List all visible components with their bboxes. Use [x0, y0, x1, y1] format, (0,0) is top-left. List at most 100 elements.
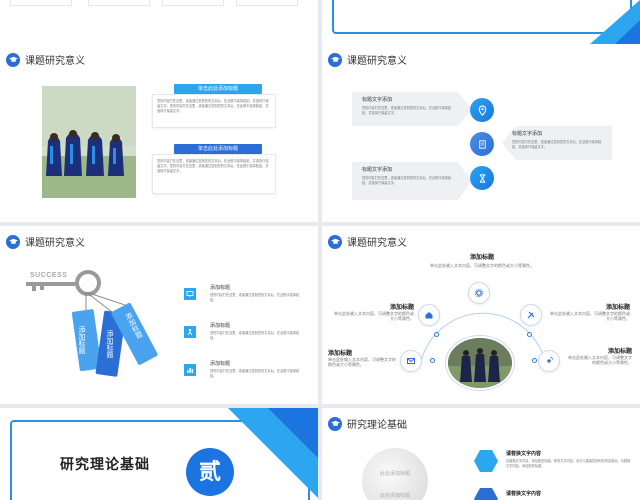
slide-header: 课题研究意义: [328, 52, 407, 67]
item-1-title: 标题文字添加: [362, 97, 393, 103]
title-label-1: 单击此处添加标题: [174, 84, 262, 94]
arc-dot: [532, 358, 537, 363]
item-2-title: 请替换文字内容: [506, 491, 542, 497]
card: [88, 0, 150, 6]
slide-title: 课题研究意义: [25, 56, 85, 67]
label-a: 此处添加标题: [380, 471, 411, 477]
corner-decoration: [590, 0, 640, 44]
graduation-cap-icon: [328, 52, 342, 67]
slide-5[interactable]: 研究理论基础 贰: [0, 408, 318, 500]
corner-decoration: [228, 408, 318, 498]
graduates-circle-photo: [446, 336, 514, 390]
slide-title: 研究理论基础: [347, 420, 407, 431]
item-1: 请替换文字内容 请替换文字内容，添加相关标题，修改文字内容，也可以直接复制你的内…: [506, 450, 632, 469]
right-item-2-title: 添加标题: [607, 349, 632, 355]
left-item-1-body: 单击此处输入文本内容，可调整文字的颜色或大小等属性。: [334, 311, 414, 321]
bar-chart-icon: [184, 364, 196, 376]
row-2-body: 您的内容打在这里，或者通过复制您的文本后，在此框中选择粘贴。: [210, 331, 300, 340]
graduation-cap-icon: [328, 416, 342, 431]
slide-title: 课题研究意义: [25, 238, 85, 249]
item-3: 标题文字添加 您的内容打在这里，或者通过复制您的文本后，在此框中选择粘贴，并选择…: [362, 166, 452, 186]
slide-3[interactable]: 课题研究意义 SUCCESS 添加标题 添加标题 添加标题 添加标题 您的内容打…: [0, 226, 318, 404]
graduation-cap-icon: [6, 52, 20, 67]
item-2: 标题文字添加 您的内容打在这里，或者通过复制您的文本后，在此框中选择粘贴，并选择…: [512, 130, 602, 150]
mail-icon: [400, 350, 422, 372]
person-icon: [184, 326, 196, 338]
hexagon-icon-2: [474, 488, 498, 500]
row-2-title: 添加标题: [210, 323, 231, 329]
item-1-title: 请替换文字内容: [506, 451, 542, 457]
slide-thumbnail-top-left[interactable]: [0, 0, 318, 44]
arc-dot: [430, 358, 435, 363]
label-b: 此处添加标题: [380, 493, 411, 499]
slide-header: 研究理论基础: [328, 416, 407, 431]
item-1: 标题文字添加 您的内容打在这里，或者通过复制您的文本后，在此框中选择粘贴，并选择…: [362, 96, 452, 116]
tag-1: 添加标题: [78, 326, 85, 354]
slide-sorter: 课题研究意义 单击此处添加标题 您的内容打在这里，或者通过复制您的文本后，在此框…: [0, 0, 640, 500]
row-3-title: 添加标题: [210, 361, 231, 367]
right-item-2-body: 单击此处输入文本内容，可调整文字的颜色或大小等属性。: [568, 355, 632, 365]
text-card-1: 您的内容打在这里，或者通过复制您的文本后，在此框中选择粘贴，并选择只保留文字。您…: [152, 94, 276, 128]
card: [236, 0, 298, 6]
home-icon: [418, 304, 440, 326]
item-1-body: 请替换文字内容，添加相关标题，修改文字内容，也可以直接复制你的内容到此。请替换文…: [506, 459, 631, 468]
gear-icon: [468, 282, 490, 304]
slide-header: 课题研究意义: [6, 234, 85, 249]
tools-icon: [520, 304, 542, 326]
card-body-2: 您的内容打在这里，或者通过复制您的文本后，在此框中选择粘贴，并选择只保留文字。您…: [157, 159, 269, 173]
graduation-cap-icon: [6, 234, 20, 249]
row-2: 添加标题 您的内容打在这里，或者通过复制您的文本后，在此框中选择粘贴。: [210, 322, 300, 341]
item-2: 请替换文字内容: [506, 490, 632, 497]
row-3-body: 您的内容打在这里，或者通过复制您的文本后，在此框中选择粘贴。: [210, 369, 300, 378]
satellite-icon: [538, 350, 560, 372]
card: [162, 0, 224, 6]
left-item-2: 添加标题 单击此处输入文本内容，可调整文字的颜色或大小等属性。: [328, 348, 398, 367]
location-pin-icon: [470, 98, 494, 122]
right-item-1-body: 单击此处输入文本内容，可调整文字的颜色或大小等属性。: [550, 311, 630, 321]
graduation-cap-icon: [328, 234, 342, 249]
arc-dot: [434, 332, 439, 337]
section-title: 研究理论基础: [60, 456, 150, 472]
slide-title: 课题研究意义: [347, 56, 407, 67]
slide-1[interactable]: 课题研究意义 单击此处添加标题 您的内容打在这里，或者通过复制您的文本后，在此框…: [0, 44, 318, 222]
hourglass-icon: [470, 166, 494, 190]
slide-2[interactable]: 课题研究意义 标题文字添加 您的内容打在这里，或者通过复制您的文本后，在此框中选…: [322, 44, 640, 222]
item-2-body: 您的内容打在这里，或者通过复制您的文本后，在此框中选择粘贴，并选择只保留文字。: [512, 140, 602, 149]
arc-dot: [527, 332, 532, 337]
top-item-body: 单击此处输入文本内容，可调整文字的颜色或大小等属性。: [430, 263, 534, 268]
row-1: 添加标题 您的内容打在这里，或者通过复制您的文本后，在此框中选择粘贴。: [210, 284, 300, 303]
slide-header: 课题研究意义: [6, 52, 85, 67]
item-1-body: 您的内容打在这里，或者通过复制您的文本后，在此框中选择粘贴，并选择只保留文字。: [362, 106, 452, 115]
slide-thumbnail-top-right[interactable]: [322, 0, 640, 44]
right-item-2: 添加标题 单击此处输入文本内容，可调整文字的颜色或大小等属性。: [566, 346, 632, 365]
left-item-2-body: 单击此处输入文本内容，可调整文字的颜色或大小等属性。: [328, 357, 396, 367]
left-item-1: 添加标题 单击此处输入文本内容，可调整文字的颜色或大小等属性。: [334, 302, 414, 321]
text-card-2: 您的内容打在这里，或者通过复制您的文本后，在此框中选择粘贴，并选择只保留文字。您…: [152, 154, 276, 194]
title-label-2: 单击此处添加标题: [174, 144, 262, 154]
section-number: 贰: [186, 448, 234, 496]
item-3-body: 您的内容打在这里，或者通过复制您的文本后，在此框中选择粘贴，并选择只保留文字。: [362, 176, 452, 185]
row-1-title: 添加标题: [210, 285, 231, 291]
slide-title: 课题研究意义: [347, 238, 407, 249]
row-3: 添加标题 您的内容打在这里，或者通过复制您的文本后，在此框中选择粘贴。: [210, 360, 300, 379]
card: [10, 0, 72, 6]
slide-header: 课题研究意义: [328, 234, 407, 249]
label-b-row: 此处添加标题: [380, 484, 410, 500]
presentation-icon: [184, 288, 196, 300]
item-3-title: 标题文字添加: [362, 167, 393, 173]
top-item: 添加标题 单击此处输入文本内容，可调整文字的颜色或大小等属性。: [402, 252, 562, 268]
graduates-photo: [42, 86, 136, 198]
tag-2: 添加标题: [106, 330, 113, 358]
row-1-body: 您的内容打在这里，或者通过复制您的文本后，在此框中选择粘贴。: [210, 293, 300, 302]
left-item-1-title: 添加标题: [389, 305, 414, 311]
document-icon: [470, 132, 494, 156]
label-a-row: 此处添加标题: [380, 462, 410, 480]
slide-6[interactable]: 研究理论基础 此处添加标题 此处添加标题 请替换文字内容 请替换文字内容，添加相…: [322, 408, 640, 500]
card-body-1: 您的内容打在这里，或者通过复制您的文本后，在此框中选择粘贴，并选择只保留文字。您…: [157, 99, 269, 113]
slide-4[interactable]: 课题研究意义 添加标题 单击此处输入文本内容，可调整文字的颜色或大小等属性。 添…: [322, 226, 640, 404]
top-item-title: 添加标题: [469, 255, 494, 261]
right-item-1: 添加标题 单击此处输入文本内容，可调整文字的颜色或大小等属性。: [550, 302, 630, 321]
left-item-2-title: 添加标题: [328, 351, 353, 357]
right-item-1-title: 添加标题: [605, 305, 630, 311]
hexagon-icon-1: [474, 450, 498, 472]
